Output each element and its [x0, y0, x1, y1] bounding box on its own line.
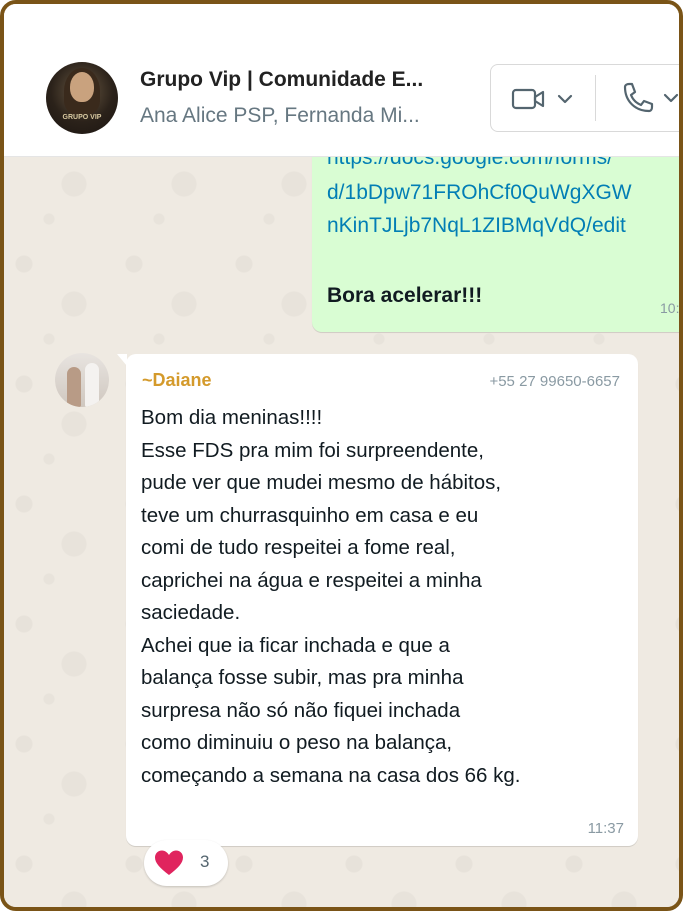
message-line: saciedade.: [141, 601, 241, 624]
chat-header[interactable]: GRUPO VIP Grupo Vip | Comunidade E... An…: [4, 32, 679, 157]
call-buttons: [490, 64, 679, 132]
message-line: Achei que ia ficar inchada e que a: [141, 633, 450, 657]
message-line: Bom dia meninas!!!!: [141, 406, 323, 429]
reaction-count: 3: [200, 852, 210, 871]
message-line: começando a semana na casa dos 66 kg.: [141, 763, 521, 787]
message-line: teve um churrasquinho em casa e eu: [141, 503, 479, 527]
outgoing-message-text: Bora acelerar!!!: [327, 284, 483, 307]
group-participants[interactable]: Ana Alice PSP, Fernanda Mi...: [140, 104, 420, 128]
message-line: comi de tudo respeitei a fome real,: [141, 536, 456, 559]
group-avatar[interactable]: GRUPO VIP: [46, 62, 118, 134]
message-body: Bom dia meninas!!!! Esse FDS pra mim foi…: [141, 402, 631, 792]
window-top-strip: [4, 4, 679, 32]
sender-name[interactable]: ~Daiane: [142, 370, 212, 391]
outgoing-message-time: 10:: [660, 300, 680, 316]
group-title[interactable]: Grupo Vip | Comunidade E...: [140, 68, 423, 92]
incoming-message-time: 11:37: [587, 820, 624, 837]
message-line: balança fosse subir, mas pra minha: [141, 666, 464, 689]
video-camera-icon: [511, 88, 573, 110]
avatar-tag: GRUPO VIP: [62, 114, 102, 121]
avatar-face: [70, 72, 94, 102]
message-line: Esse FDS pra mim foi surpreendente,: [141, 438, 484, 462]
call-divider: [595, 75, 596, 121]
voice-call-button[interactable]: [619, 81, 679, 115]
app-frame: https://docs.google.com/forms/ d/1bDpw71…: [0, 0, 683, 911]
outgoing-message-bubble[interactable]: https://docs.google.com/forms/ d/1bDpw71…: [312, 134, 680, 332]
message-reaction[interactable]: 3: [144, 840, 228, 886]
message-link-line-2[interactable]: d/1bDpw71FROhCf0QuWgXGW: [327, 181, 632, 205]
message-line: como diminuiu o peso na balança,: [141, 731, 453, 754]
avatar-person-1: [67, 367, 81, 407]
message-line: caprichei na água e respeitei a minha: [141, 568, 482, 592]
sender-avatar[interactable]: [55, 353, 109, 407]
message-link-line-3[interactable]: nKinTJLjb7NqL1ZIBMqVdQ/edit: [327, 214, 626, 238]
message-line: surpresa não só não fiquei inchada: [141, 698, 461, 722]
video-call-button[interactable]: [511, 85, 581, 113]
phone-icon: [623, 82, 679, 113]
avatar-person-2: [85, 363, 99, 407]
message-line: pude ver que mudei mesmo de hábitos,: [141, 471, 502, 494]
sender-phone[interactable]: +55 27 99650-6657: [489, 373, 620, 390]
incoming-message-bubble[interactable]: ~Daiane +55 27 99650-6657 Bom dia menina…: [117, 354, 638, 846]
heart-icon: [155, 850, 183, 875]
